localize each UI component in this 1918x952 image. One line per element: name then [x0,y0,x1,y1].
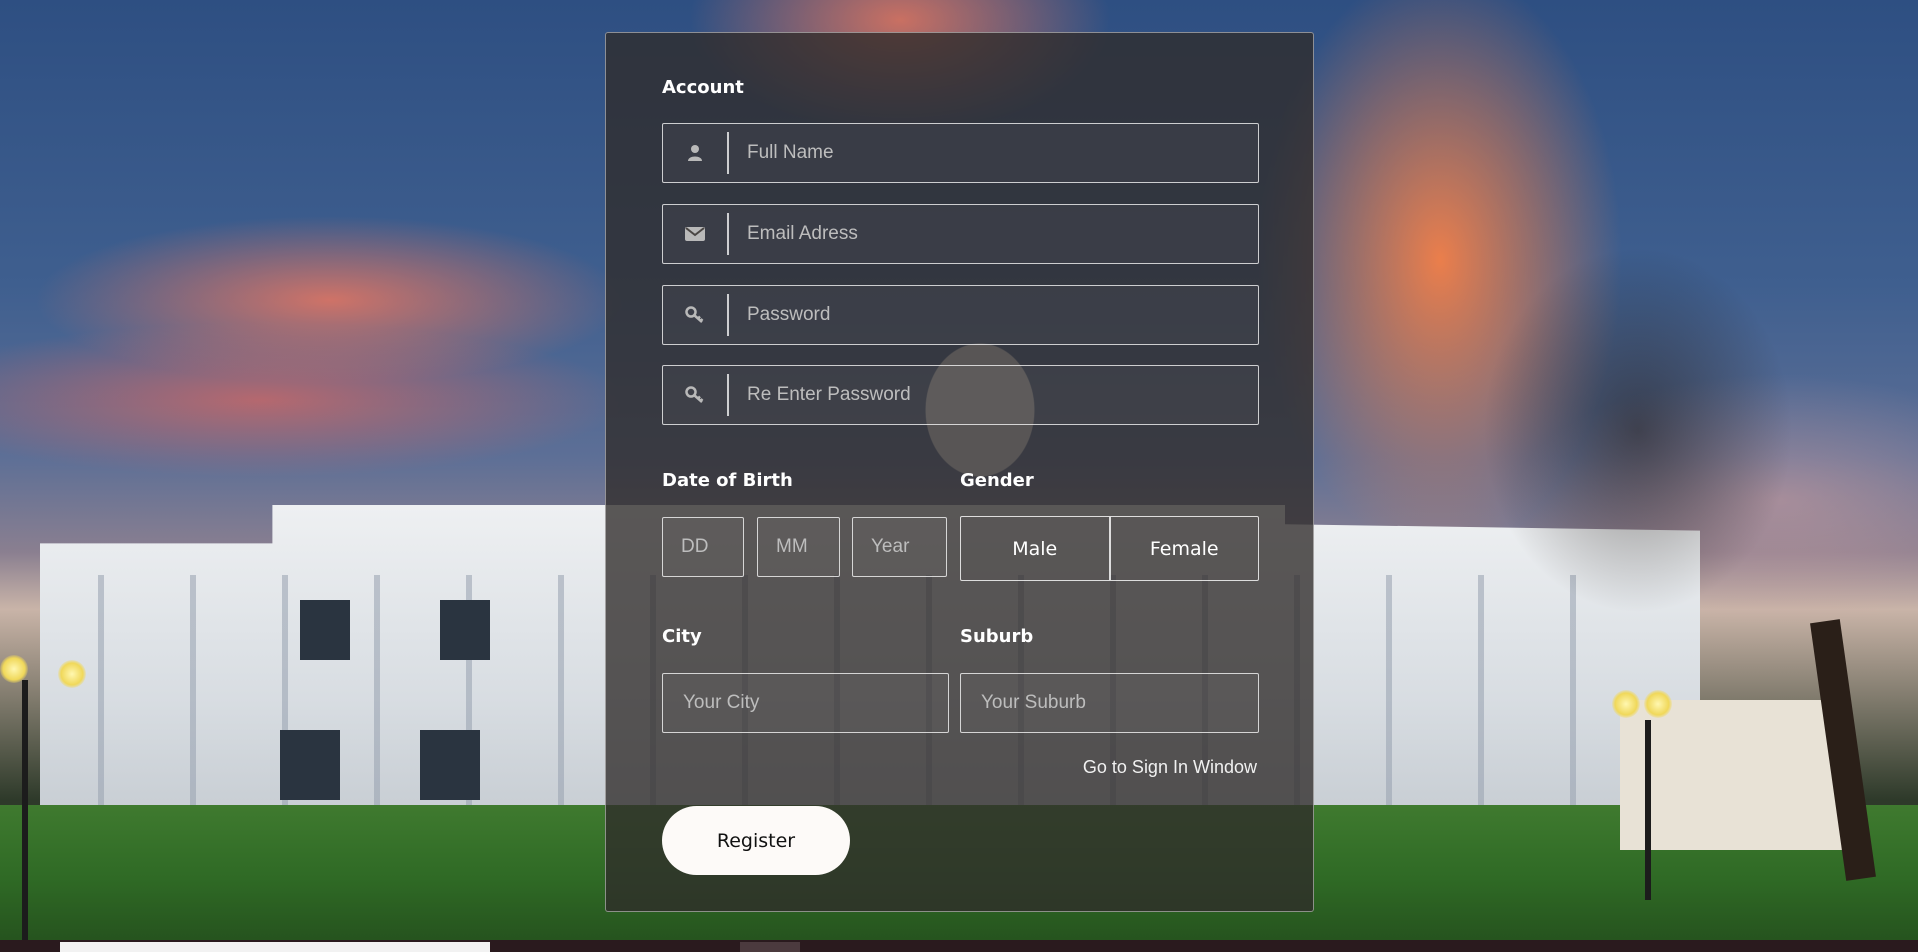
email-input[interactable] [729,205,1258,263]
street-lamp [0,655,28,683]
email-field[interactable] [662,204,1259,264]
suburb-input[interactable] [961,674,1258,732]
taskbar [0,940,1918,952]
reenter-password-field[interactable] [662,365,1259,425]
city-input[interactable] [663,674,948,732]
register-button[interactable]: Register [662,806,850,875]
gender-toggle[interactable]: Male Female [960,516,1259,581]
street-lamp [1612,690,1640,718]
full-name-input[interactable] [729,124,1258,182]
building-window [280,730,340,800]
lamp-post [1645,720,1651,900]
reenter-password-input[interactable] [729,366,1258,424]
user-icon [663,132,729,174]
password-field[interactable] [662,285,1259,345]
password-input[interactable] [729,286,1258,344]
key-icon [663,374,729,416]
street-lamp [58,660,86,688]
building-window [440,600,490,660]
suburb-field[interactable] [960,673,1259,733]
lamp-post [22,680,28,940]
dob-year-field[interactable] [852,517,947,577]
gender-title: Gender [960,470,1034,491]
building-window [300,600,350,660]
account-title: Account [662,77,744,98]
envelope-icon [663,213,729,255]
city-title: City [662,626,702,647]
sign-in-link[interactable]: Go to Sign In Window [1083,757,1257,778]
key-icon [663,294,729,336]
suburb-title: Suburb [960,626,1034,647]
building-window [420,730,480,800]
street-lamp [1644,690,1672,718]
full-name-field[interactable] [662,123,1259,183]
gender-male-option[interactable]: Male [961,517,1109,580]
city-field[interactable] [662,673,949,733]
dob-month-field[interactable] [757,517,840,577]
taskbar-app[interactable] [740,942,800,952]
taskbar-search[interactable] [60,942,490,952]
dob-month-input[interactable] [758,518,839,576]
gender-female-option[interactable]: Female [1108,517,1259,580]
tree [1378,180,1898,880]
dob-title: Date of Birth [662,470,793,491]
dob-year-input[interactable] [853,518,946,576]
registration-panel: Account Date of Birth Gender Male [605,32,1314,912]
dob-day-input[interactable] [663,518,743,576]
dob-day-field[interactable] [662,517,744,577]
